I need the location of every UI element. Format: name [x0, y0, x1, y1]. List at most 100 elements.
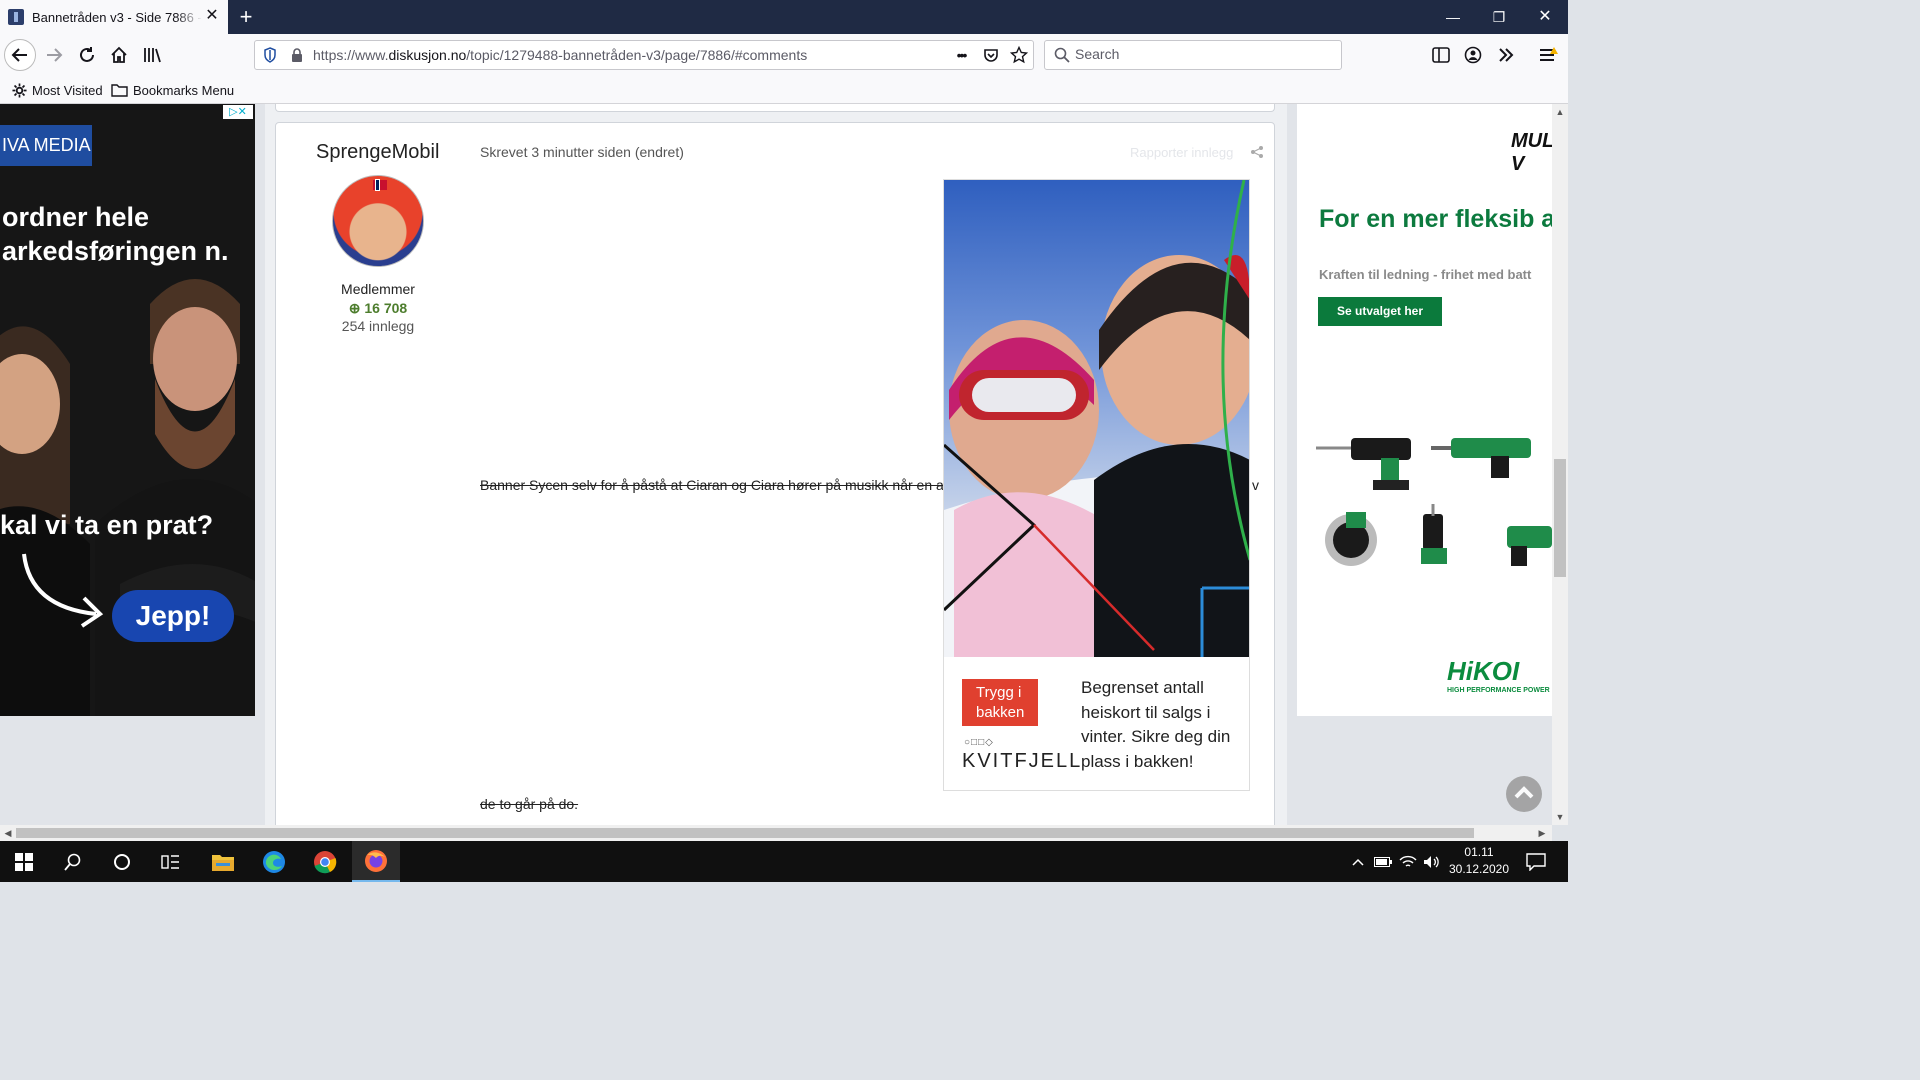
plus-circle-icon: ⊕ [348, 300, 361, 316]
chevron-up-icon [1352, 858, 1364, 866]
home-button[interactable] [103, 39, 135, 71]
volume-control[interactable] [1420, 841, 1444, 882]
folder-icon [212, 854, 234, 871]
scroll-left-arrow-icon[interactable]: ◀ [0, 825, 16, 841]
scroll-up-arrow-icon[interactable]: ▲ [1552, 104, 1568, 120]
reputation-badge: ⊕ 16 708 [276, 300, 480, 317]
post-text-tail: v [1252, 477, 1259, 493]
windows-logo-icon [15, 852, 33, 871]
clock-time: 01.11 [1464, 845, 1494, 859]
post-text-fragment: Banner Sycen selv for å påstå at Ciaran … [480, 477, 944, 493]
advertisement-right[interactable]: MULTI V For en mer fleksib arbeidshverda… [1297, 104, 1552, 716]
arrow-left-icon [11, 48, 27, 62]
ad-subheadline: Kraften til ledning - frihet med batt [1319, 267, 1532, 282]
author-name[interactable]: SprengeMobil [316, 141, 439, 164]
ad-cta-button[interactable]: Se utvalget her [1318, 297, 1442, 326]
taskbar-clock[interactable]: 01.11 30.12.2020 [1442, 844, 1516, 878]
taskbar-chrome[interactable] [301, 841, 349, 882]
task-view-button[interactable] [147, 841, 195, 882]
taskbar-firefox[interactable] [352, 841, 400, 882]
ad-question: kal vi ta en prat? [0, 510, 214, 540]
taskbar-file-explorer[interactable] [199, 841, 247, 882]
previous-post-card [275, 104, 1275, 112]
horizontal-scrollbar[interactable]: ◀ ▶ [0, 825, 1552, 841]
ad-copy: Begrenset antall heiskort til salgs i vi… [1081, 678, 1231, 771]
back-button[interactable] [4, 39, 36, 71]
ad-tag: Trygg i bakken [962, 679, 1038, 726]
action-center-button[interactable] [1512, 841, 1560, 882]
close-window-button[interactable]: ✕ [1522, 0, 1568, 34]
ad-brand-tagline: HIGH PERFORMANCE POWER [1447, 687, 1550, 694]
scroll-to-top-button[interactable] [1506, 776, 1542, 812]
network-status[interactable] [1396, 841, 1420, 882]
sidebar-icon [1432, 47, 1450, 63]
bookmark-star-icon[interactable] [1008, 44, 1030, 66]
tab-active[interactable]: Bannetråden v3 - Side 7886 - L ✕ [0, 0, 228, 34]
reputation-value: 16 708 [364, 300, 408, 316]
advertisement-left[interactable]: IVA MEDIA ▷✕ ordner hele arkedsføringen … [0, 104, 255, 716]
taskbar-edge[interactable] [250, 841, 298, 882]
ad-headline: ordner hele arkedsføringen n. [2, 202, 229, 266]
battery-status[interactable] [1371, 841, 1395, 882]
url-bar[interactable]: https://www.diskusjon.no/topic/1279488-b… [254, 40, 1034, 70]
advertisement-middle[interactable]: Trygg i bakken ○□□◇ KVITFJELL Begrenset … [943, 179, 1250, 791]
app-menu-button[interactable] [1533, 39, 1565, 71]
minimize-button[interactable]: — [1430, 0, 1476, 34]
bookmark-most-visited[interactable]: Most Visited [12, 80, 103, 100]
chevron-up-icon [1514, 786, 1534, 799]
hamburger-menu-icon [1540, 47, 1558, 61]
vertical-scrollbar[interactable]: ▲ ▼ [1552, 104, 1568, 825]
navigation-toolbar: https://www.diskusjon.no/topic/1279488-b… [0, 34, 1568, 76]
overflow-menu-button[interactable] [1490, 39, 1522, 71]
page-actions-dots-icon[interactable]: ••• [950, 44, 972, 66]
post-text-line-2: de to går på do. [480, 796, 579, 812]
adchoices-icon[interactable]: ▷✕ [223, 105, 253, 119]
sidebar-toggle-button[interactable] [1425, 39, 1457, 71]
url-text[interactable]: https://www.diskusjon.no/topic/1279488-b… [313, 47, 807, 63]
report-post-link[interactable]: Rapporter innlegg [1130, 145, 1233, 160]
show-hidden-icons-button[interactable] [1346, 841, 1370, 882]
clock-date: 30.12.2020 [1448, 862, 1510, 876]
search-bar[interactable] [1044, 40, 1342, 70]
vertical-scroll-thumb[interactable] [1554, 459, 1566, 577]
ad-photo-skiers [944, 180, 1249, 657]
battery-icon [1374, 856, 1392, 867]
tab-bar: Bannetråden v3 - Side 7886 - L ✕ + — ❐ ✕ [0, 0, 1568, 34]
search-icon [64, 853, 81, 871]
tracking-protection-shield-icon[interactable] [259, 44, 281, 66]
lock-icon[interactable] [286, 44, 308, 66]
account-icon [1464, 46, 1482, 64]
firefox-browser-icon [365, 849, 387, 872]
account-button[interactable] [1457, 39, 1489, 71]
url-path: /topic/1279488-bannetråden-v3/page/7886/… [466, 47, 808, 63]
pocket-icon[interactable] [980, 44, 1002, 66]
taskbar-search-button[interactable] [49, 841, 97, 882]
post-meta[interactable]: Skrevet 3 minutter siden (endret) [480, 144, 684, 160]
scroll-right-arrow-icon[interactable]: ▶ [1534, 825, 1550, 841]
cortana-button[interactable] [98, 841, 146, 882]
chevron-double-right-icon [1499, 48, 1514, 62]
library-button[interactable] [136, 39, 168, 71]
avatar[interactable] [332, 175, 424, 267]
scroll-down-arrow-icon[interactable]: ▼ [1552, 809, 1568, 825]
arrow-right-icon [47, 48, 63, 62]
forward-button[interactable] [38, 39, 70, 71]
ad-cta-button[interactable]: Jepp! [112, 590, 234, 642]
restore-button[interactable]: ❐ [1476, 0, 1522, 34]
norway-flag-icon [373, 180, 387, 190]
post-count: 254 innlegg [341, 318, 415, 334]
bookmark-bookmarks-menu[interactable]: Bookmarks Menu [111, 80, 234, 100]
reload-icon [80, 47, 94, 62]
start-button[interactable] [0, 841, 48, 882]
new-tab-button[interactable]: + [234, 5, 258, 29]
ad-top-brand: MULTI V [1511, 130, 1552, 175]
close-tab-icon[interactable]: ✕ [204, 8, 220, 24]
search-input[interactable] [1075, 46, 1325, 62]
ad-logo-shapes-icon: ○□□◇ [964, 737, 994, 748]
ad-logo: KVITFJELL [962, 750, 1083, 772]
reload-button[interactable] [71, 39, 103, 71]
home-icon [111, 46, 127, 63]
share-icon[interactable] [1250, 145, 1264, 159]
horizontal-scroll-thumb[interactable] [16, 828, 1474, 838]
search-icon [1054, 47, 1070, 63]
